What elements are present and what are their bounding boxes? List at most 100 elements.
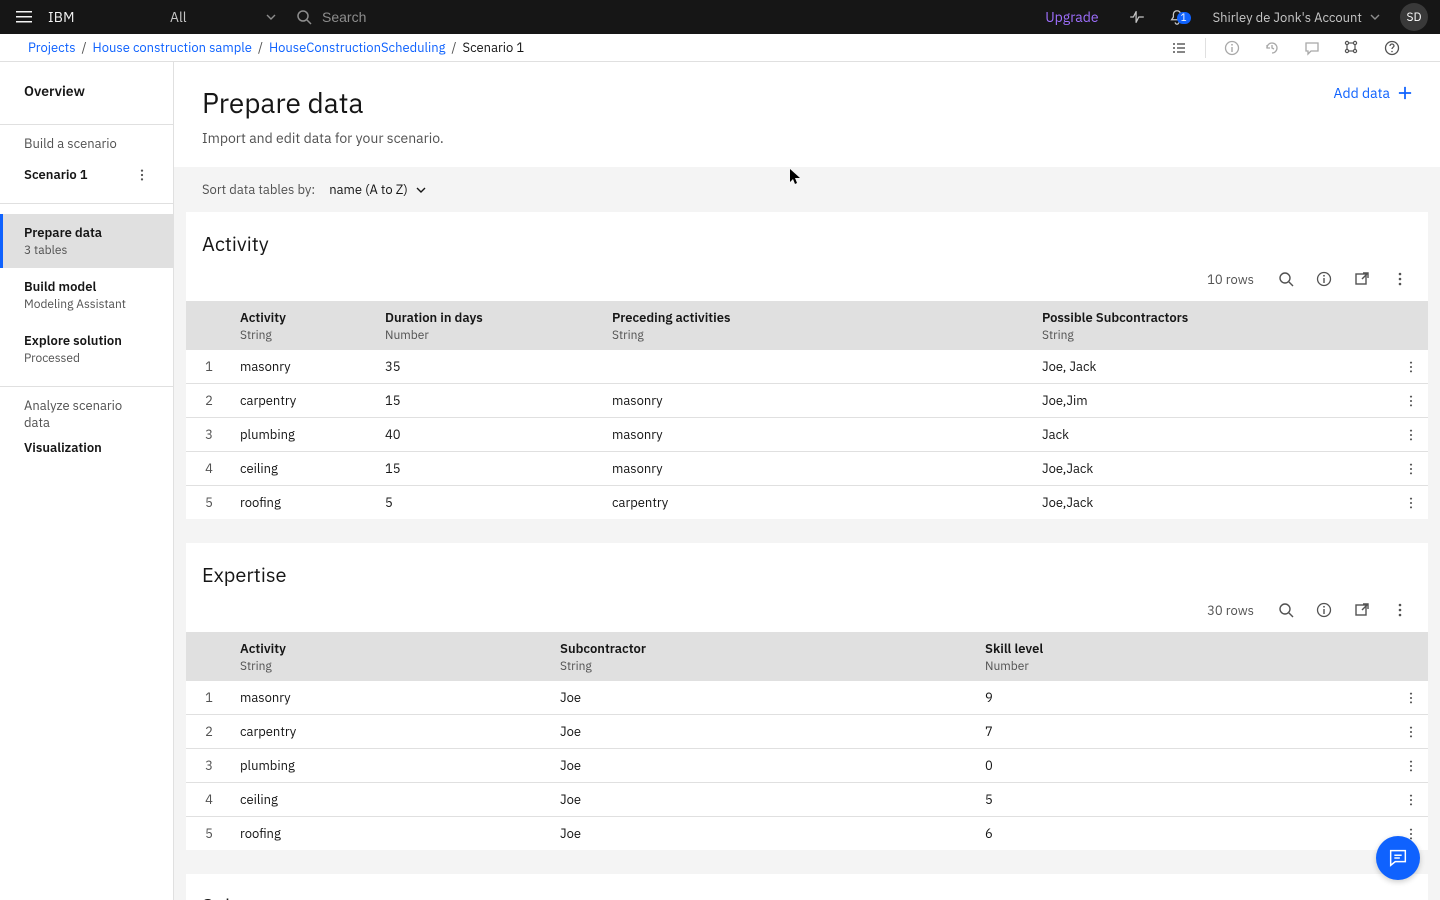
column-header[interactable]: SubcontractorString: [552, 632, 977, 681]
overflow-icon[interactable]: [135, 168, 149, 182]
cell[interactable]: masonry: [604, 384, 1034, 418]
row-overflow-button[interactable]: [1396, 418, 1428, 452]
cell[interactable]: roofing: [232, 817, 552, 851]
table-overflow-button[interactable]: [1384, 263, 1416, 295]
cell[interactable]: 40: [377, 418, 604, 452]
column-header[interactable]: Skill levelNumber: [977, 632, 1396, 681]
cell[interactable]: masonry: [232, 350, 377, 384]
table-row[interactable]: 5roofingJoe6: [186, 817, 1428, 851]
cell[interactable]: 35: [377, 350, 604, 384]
cell[interactable]: 0: [977, 749, 1396, 783]
table-export-button[interactable]: [1346, 594, 1378, 626]
table-search-button[interactable]: [1270, 594, 1302, 626]
add-data-button[interactable]: Add data: [1333, 84, 1412, 102]
account-switcher[interactable]: Shirley de Jonk's Account: [1197, 9, 1396, 26]
cell[interactable]: 15: [377, 384, 604, 418]
row-number: 2: [186, 715, 232, 749]
table-row[interactable]: 3plumbing40masonryJack: [186, 418, 1428, 452]
search-input[interactable]: [320, 8, 620, 26]
row-overflow-button[interactable]: [1396, 350, 1428, 384]
scope-dropdown[interactable]: All: [158, 8, 288, 26]
cell[interactable]: Joe: [552, 783, 977, 817]
cell[interactable]: Joe: [552, 681, 977, 715]
menu-button[interactable]: [0, 9, 48, 25]
sort-dropdown[interactable]: name (A to Z): [329, 181, 426, 198]
cell[interactable]: 5: [377, 486, 604, 520]
sidebar-item-build-model[interactable]: Build model Modeling Assistant: [0, 268, 173, 322]
table-info-button[interactable]: [1308, 263, 1340, 295]
column-header[interactable]: Duration in daysNumber: [377, 301, 604, 350]
table-row[interactable]: 3plumbingJoe0: [186, 749, 1428, 783]
sidebar-item-visualization[interactable]: Visualization: [0, 435, 173, 466]
row-overflow-button[interactable]: [1396, 452, 1428, 486]
cell[interactable]: 9: [977, 681, 1396, 715]
cell[interactable]: Joe,Jack: [1034, 486, 1396, 520]
cell[interactable]: 15: [377, 452, 604, 486]
cell[interactable]: 6: [977, 817, 1396, 851]
cell[interactable]: carpentry: [232, 384, 377, 418]
comments-button[interactable]: [1292, 34, 1332, 62]
cell[interactable]: masonry: [604, 418, 1034, 452]
table-row[interactable]: 4ceiling15masonryJoe,Jack: [186, 452, 1428, 486]
row-overflow-button[interactable]: [1396, 681, 1428, 715]
column-header[interactable]: Preceding activitiesString: [604, 301, 1034, 350]
breadcrumb-model[interactable]: HouseConstructionScheduling: [269, 39, 446, 56]
sidebar-overview[interactable]: Overview: [0, 78, 173, 114]
row-overflow-button[interactable]: [1396, 384, 1428, 418]
table-row[interactable]: 1masonryJoe9: [186, 681, 1428, 715]
cell[interactable]: 5: [977, 783, 1396, 817]
cell[interactable]: masonry: [604, 452, 1034, 486]
sidebar-item-prepare-data[interactable]: Prepare data 3 tables: [0, 214, 173, 268]
row-overflow-button[interactable]: [1396, 749, 1428, 783]
breadcrumb-project[interactable]: House construction sample: [93, 39, 252, 56]
cell[interactable]: Joe,Jack: [1034, 452, 1396, 486]
cell[interactable]: Joe, Jack: [1034, 350, 1396, 384]
sidebar-item-explore-solution[interactable]: Explore solution Processed: [0, 322, 173, 376]
cell[interactable]: Joe: [552, 715, 977, 749]
scenario-panel-button[interactable]: [1159, 34, 1199, 62]
apps-button[interactable]: [1332, 34, 1372, 62]
cell[interactable]: ceiling: [232, 783, 552, 817]
table-search-button[interactable]: [1270, 263, 1302, 295]
table-row[interactable]: 4ceilingJoe5: [186, 783, 1428, 817]
sidebar-scenario[interactable]: Scenario 1: [0, 156, 173, 193]
row-overflow-button[interactable]: [1396, 715, 1428, 749]
chat-fab[interactable]: [1376, 836, 1420, 880]
column-header[interactable]: ActivityString: [232, 632, 552, 681]
sidebar-item-label: Explore solution: [24, 332, 122, 349]
row-overflow-button[interactable]: [1396, 783, 1428, 817]
table-row[interactable]: 2carpentry15masonryJoe,Jim: [186, 384, 1428, 418]
page-subtitle: Import and edit data for your scenario.: [202, 129, 444, 147]
info-button[interactable]: [1212, 34, 1252, 62]
cell[interactable]: ceiling: [232, 452, 377, 486]
table-row[interactable]: 2carpentryJoe7: [186, 715, 1428, 749]
row-overflow-button[interactable]: [1396, 486, 1428, 520]
cell[interactable]: Joe: [552, 817, 977, 851]
cell[interactable]: carpentry: [604, 486, 1034, 520]
upgrade-link[interactable]: Upgrade: [1027, 8, 1116, 26]
cell[interactable]: roofing: [232, 486, 377, 520]
table-info-button[interactable]: [1308, 594, 1340, 626]
cell[interactable]: carpentry: [232, 715, 552, 749]
column-header[interactable]: ActivityString: [232, 301, 377, 350]
cell[interactable]: [604, 350, 1034, 384]
history-button[interactable]: [1252, 34, 1292, 62]
notifications-button[interactable]: 1: [1157, 8, 1197, 26]
cell[interactable]: Joe: [552, 749, 977, 783]
cell[interactable]: Jack: [1034, 418, 1396, 452]
help-button[interactable]: [1372, 34, 1412, 62]
table-row[interactable]: 1masonry35Joe, Jack: [186, 350, 1428, 384]
table-overflow-button[interactable]: [1384, 594, 1416, 626]
cell[interactable]: Joe,Jim: [1034, 384, 1396, 418]
breadcrumb-projects[interactable]: Projects: [28, 39, 76, 56]
tour-button[interactable]: [1117, 8, 1157, 26]
table-export-button[interactable]: [1346, 263, 1378, 295]
cell[interactable]: masonry: [232, 681, 552, 715]
table-row[interactable]: 5roofing5carpentryJoe,Jack: [186, 486, 1428, 520]
avatar[interactable]: SD: [1400, 3, 1428, 31]
cell[interactable]: plumbing: [232, 418, 377, 452]
sidebar-item-subtext: Modeling Assistant: [24, 297, 126, 312]
column-header[interactable]: Possible SubcontractorsString: [1034, 301, 1396, 350]
cell[interactable]: plumbing: [232, 749, 552, 783]
cell[interactable]: 7: [977, 715, 1396, 749]
